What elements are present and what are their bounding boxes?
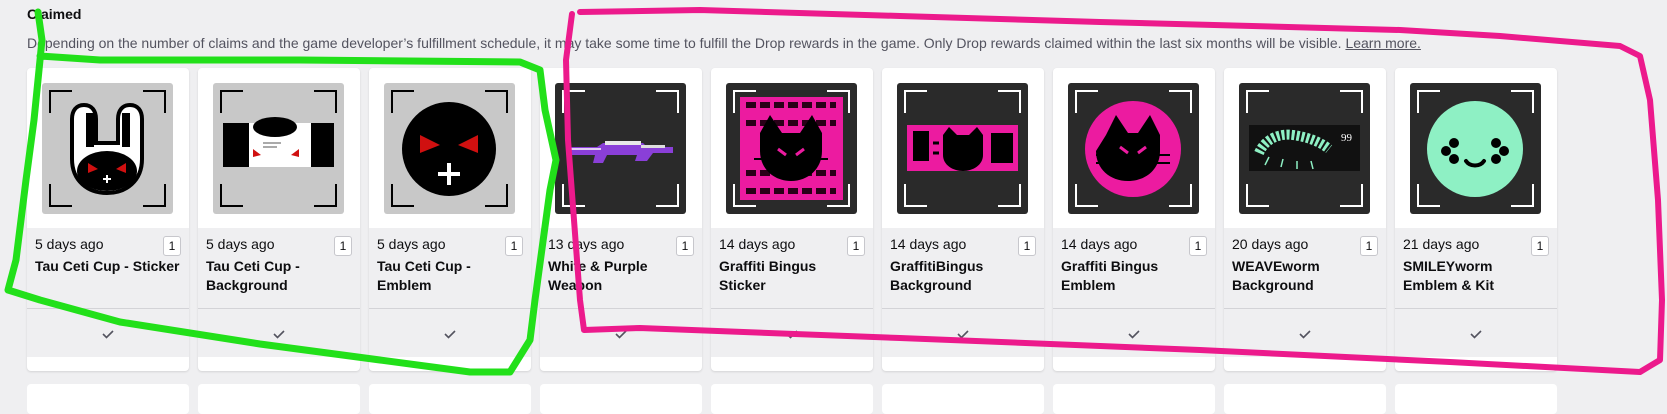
quantity-badge: 1 [1018,236,1036,256]
checkmark-icon [615,330,627,339]
reward-name: Tau Ceti Cup - Emblem [377,258,471,293]
reward-card[interactable]: 14 days ago 1 GraffitiBingus Background [882,68,1044,371]
claimed-description: Depending on the number of claims and th… [27,35,1421,51]
reward-card-next-row[interactable] [882,384,1044,414]
claimed-heading: Claimed [27,6,82,22]
quantity-badge: 1 [1189,236,1207,256]
quantity-badge: 1 [505,236,523,256]
reward-card[interactable]: 14 days ago 1 Graffiti Bingus Sticker [711,68,873,371]
checkmark-icon [957,330,969,339]
quantity-badge: 1 [1531,236,1549,256]
quantity-badge: 1 [1360,236,1378,256]
reward-card-next-row[interactable] [27,384,189,414]
reward-name: Graffiti Bingus Sticker [719,258,817,293]
claimed-age: 5 days ago [206,236,275,252]
claimed-status [1395,308,1557,357]
reward-name: GraffitiBingus Background [890,258,984,293]
reward-card-next-row[interactable] [198,384,360,414]
reward-image-bingus-background [897,83,1028,214]
reward-card[interactable]: 21 days ago 1 SMILEYworm Emblem & Kit [1395,68,1557,371]
reward-card-next-row[interactable] [369,384,531,414]
reward-image-skull-emblem [384,83,515,214]
checkmark-icon [1470,330,1482,339]
reward-image-bunny-sticker [42,83,173,214]
reward-card[interactable]: 14 days ago 1 Graffiti Bingus Emblem [1053,68,1215,371]
quantity-badge: 1 [163,236,181,256]
checkmark-icon [102,330,114,339]
reward-image-rifle [555,83,686,214]
description-text: Depending on the number of claims and th… [27,35,1342,51]
claimed-age: 5 days ago [377,236,446,252]
reward-name: SMILEYworm Emblem & Kit [1403,258,1495,293]
claimed-age: 5 days ago [35,236,104,252]
worm-badge-text: 99 [1341,132,1353,144]
reward-image-bingus-sticker [726,83,857,214]
checkmark-icon [1299,330,1311,339]
reward-image-worm-background: 99 [1239,83,1370,214]
claimed-status [882,308,1044,357]
reward-image-bunny-background [213,83,344,214]
claimed-age: 21 days ago [1403,236,1480,252]
reward-card[interactable]: 13 days ago 1 White & Purple Weapon [540,68,702,371]
claimed-status [198,308,360,357]
learn-more-link[interactable]: Learn more. [1345,35,1420,51]
claimed-age: 14 days ago [1061,236,1138,252]
reward-image-bingus-emblem [1068,83,1199,214]
claimed-status [711,308,873,357]
quantity-badge: 1 [847,236,865,256]
quantity-badge: 1 [334,236,352,256]
checkmark-icon [273,330,285,339]
claimed-status [27,308,189,357]
checkmark-icon [786,330,798,339]
claimed-status [1053,308,1215,357]
claimed-status [540,308,702,357]
claimed-age: 14 days ago [890,236,967,252]
claimed-age: 14 days ago [719,236,796,252]
reward-card[interactable]: 5 days ago 1 Tau Ceti Cup - Background [198,68,360,371]
reward-card-next-row[interactable] [1224,384,1386,414]
reward-card[interactable]: 5 days ago 1 Tau Ceti Cup - Sticker [27,68,189,371]
checkmark-icon [1128,330,1140,339]
reward-card[interactable]: 5 days ago 1 Tau Ceti Cup - Emblem [369,68,531,371]
reward-name: Graffiti Bingus Emblem [1061,258,1159,293]
claimed-status [369,308,531,357]
claimed-status [1224,308,1386,357]
claimed-age: 20 days ago [1232,236,1309,252]
reward-card-next-row[interactable] [1053,384,1215,414]
reward-image-smiley-emblem [1410,83,1541,214]
reward-card[interactable]: 99 20 days ago 1 WEAVEworm Background [1224,68,1386,371]
reward-name: WEAVEworm Background [1232,258,1320,293]
checkmark-icon [444,330,456,339]
claimed-age: 13 days ago [548,236,625,252]
reward-card-next-row[interactable] [711,384,873,414]
reward-card-next-row[interactable] [540,384,702,414]
quantity-badge: 1 [676,236,694,256]
reward-card-next-row[interactable] [1395,384,1557,414]
reward-name: Tau Ceti Cup - Sticker [35,258,180,274]
reward-name: Tau Ceti Cup - Background [206,258,300,293]
reward-name: White & Purple Weapon [548,258,648,293]
